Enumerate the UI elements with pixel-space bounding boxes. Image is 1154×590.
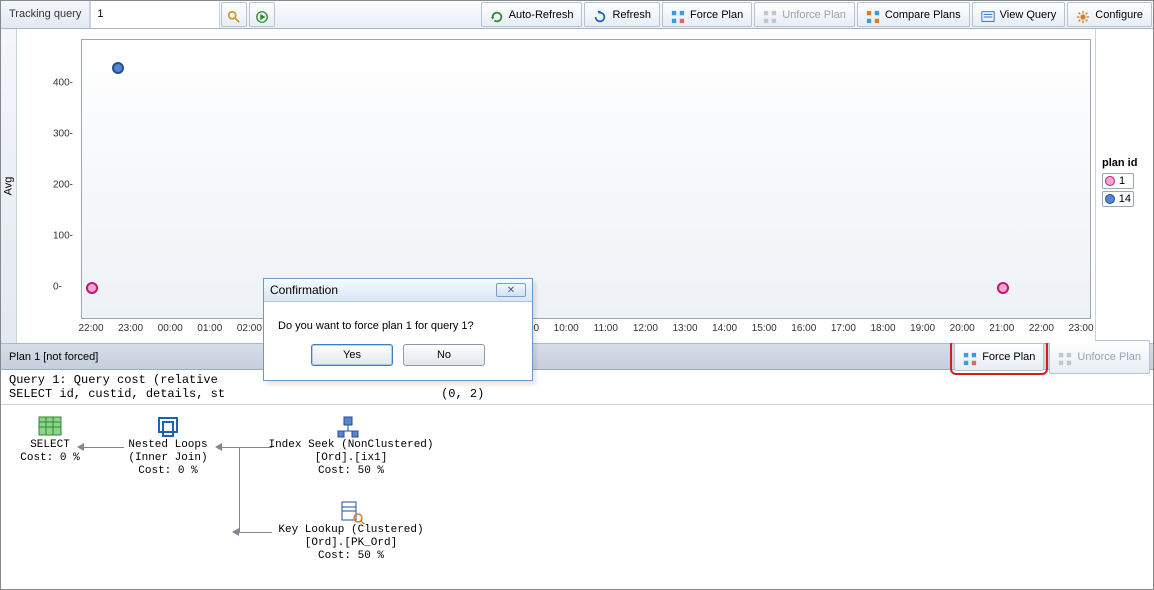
y-tick: 200- [53, 179, 73, 190]
x-tick: 22:00 [78, 323, 103, 334]
chart-area[interactable]: 0- 100- 200- 300- 400- 22:00 23:00 00:00 01:00 02… [17, 29, 1095, 343]
index-seek-icon [336, 415, 366, 439]
x-tick: 01:00 [197, 323, 222, 334]
configure-label: Configure [1095, 2, 1143, 28]
x-tick: 15:00 [752, 323, 777, 334]
force-plan-button-plan[interactable]: Force Plan [954, 343, 1044, 371]
data-point[interactable] [86, 282, 98, 294]
x-tick: 02:00 [237, 323, 262, 334]
auto-refresh-label: Auto-Refresh [509, 2, 574, 28]
chart-plot[interactable] [81, 39, 1091, 319]
refresh-button[interactable]: Refresh [584, 2, 660, 27]
auto-refresh-icon [490, 8, 504, 22]
select-icon [35, 415, 65, 439]
play-icon [255, 8, 269, 22]
plan-node-select[interactable]: SELECT Cost: 0 % [15, 415, 85, 465]
x-tick: 23:00 [1068, 323, 1093, 334]
view-query-button[interactable]: View Query [972, 2, 1066, 27]
x-tick: 22:00 [1029, 323, 1054, 334]
unforce-plan-button-plan[interactable]: Unforce Plan [1049, 340, 1150, 374]
chart-panel: Avg 0- 100- 200- 300- 400- 22:00 23:00 00:00 01:… [1, 29, 1153, 344]
x-tick: 17:00 [831, 323, 856, 334]
dialog-title-bar[interactable]: Confirmation ✕ [264, 279, 532, 302]
compare-plans-button[interactable]: Compare Plans [857, 2, 970, 27]
x-tick: 21:00 [989, 323, 1014, 334]
dialog-close-button[interactable]: ✕ [496, 283, 526, 297]
unforce-plan-icon [763, 8, 777, 22]
dialog-title: Confirmation [270, 283, 338, 297]
force-plan-highlight: Force Plan [950, 339, 1048, 375]
compare-plans-label: Compare Plans [885, 2, 961, 28]
run-button[interactable] [249, 2, 275, 27]
x-tick: 23:00 [118, 323, 143, 334]
search-button[interactable] [221, 2, 247, 27]
plan-node-index-seek[interactable]: Index Seek (NonClustered) [Ord].[ix1] Co… [261, 415, 441, 478]
unforce-plan-icon [1058, 350, 1072, 364]
auto-refresh-button[interactable]: Auto-Refresh [481, 2, 583, 27]
chart-legend: plan id 1 14 [1095, 29, 1153, 343]
unforce-plan-label: Unforce Plan [782, 2, 846, 28]
top-toolbar: Tracking query 1 Auto-Refresh Refresh [1, 1, 1153, 29]
x-tick: 00:00 [158, 323, 183, 334]
configure-button[interactable]: Configure [1067, 2, 1152, 27]
query-text-area: Query 1: Query cost (relative SELECT id,… [1, 370, 1153, 405]
unforce-plan-label: Unforce Plan [1077, 344, 1141, 370]
x-tick: 13:00 [672, 323, 697, 334]
close-icon: ✕ [507, 285, 515, 296]
force-plan-button-top[interactable]: Force Plan [662, 2, 752, 27]
y-tick: 300- [53, 128, 73, 139]
x-tick: 16:00 [791, 323, 816, 334]
refresh-label: Refresh [612, 2, 651, 28]
x-tick: 18:00 [870, 323, 895, 334]
force-plan-label: Force Plan [982, 344, 1035, 370]
x-tick: 20:00 [950, 323, 975, 334]
plan-node-nested-loops[interactable]: Nested Loops (Inner Join) Cost: 0 % [113, 415, 223, 478]
plan-node-key-lookup[interactable]: Key Lookup (Clustered) [Ord].[PK_Ord] Co… [261, 500, 441, 563]
legend-swatch-blue [1105, 194, 1115, 204]
legend-item-1[interactable]: 1 [1102, 173, 1134, 189]
data-point[interactable] [112, 62, 124, 74]
chart-y-axis-label: Avg [1, 29, 17, 343]
search-icon [227, 8, 241, 22]
tracking-query-label: Tracking query [1, 1, 90, 28]
key-lookup-icon [336, 500, 366, 524]
plan-header-bar: Plan 1 [not forced] Force Plan Unforce P… [1, 344, 1153, 370]
y-tick: 0- [53, 282, 62, 293]
nested-loops-icon [153, 415, 183, 439]
y-tick: 100- [53, 230, 73, 241]
tracking-query-input[interactable]: 1 [90, 1, 220, 28]
view-query-icon [981, 8, 995, 22]
dialog-no-button[interactable]: No [403, 344, 485, 366]
x-tick: 14:00 [712, 323, 737, 334]
legend-item-14[interactable]: 14 [1102, 191, 1134, 207]
x-tick: 11:00 [594, 323, 618, 334]
x-tick: 19:00 [910, 323, 935, 334]
dialog-message: Do you want to force plan 1 for query 1? [264, 302, 532, 344]
legend-label-1: 1 [1119, 175, 1125, 187]
legend-label-14: 14 [1119, 193, 1131, 205]
compare-plans-icon [866, 8, 880, 22]
y-tick: 400- [53, 77, 73, 88]
x-tick: 10:00 [554, 323, 579, 334]
force-plan-label: Force Plan [690, 2, 743, 28]
force-plan-icon [671, 8, 685, 22]
unforce-plan-button-top[interactable]: Unforce Plan [754, 2, 855, 27]
legend-swatch-pink [1105, 176, 1115, 186]
force-plan-icon [963, 350, 977, 364]
data-point[interactable] [997, 282, 1009, 294]
x-tick: 12:00 [633, 323, 658, 334]
refresh-icon [593, 8, 607, 22]
confirmation-dialog: Confirmation ✕ Do you want to force plan… [263, 278, 533, 381]
configure-icon [1076, 8, 1090, 22]
plan-header-title: Plan 1 [not forced] [9, 351, 98, 363]
view-query-label: View Query [1000, 2, 1057, 28]
legend-title: plan id [1102, 157, 1147, 169]
dialog-yes-button[interactable]: Yes [311, 344, 393, 366]
execution-plan-canvas[interactable]: SELECT Cost: 0 % Nested Loops (Inner Joi… [1, 405, 1153, 581]
